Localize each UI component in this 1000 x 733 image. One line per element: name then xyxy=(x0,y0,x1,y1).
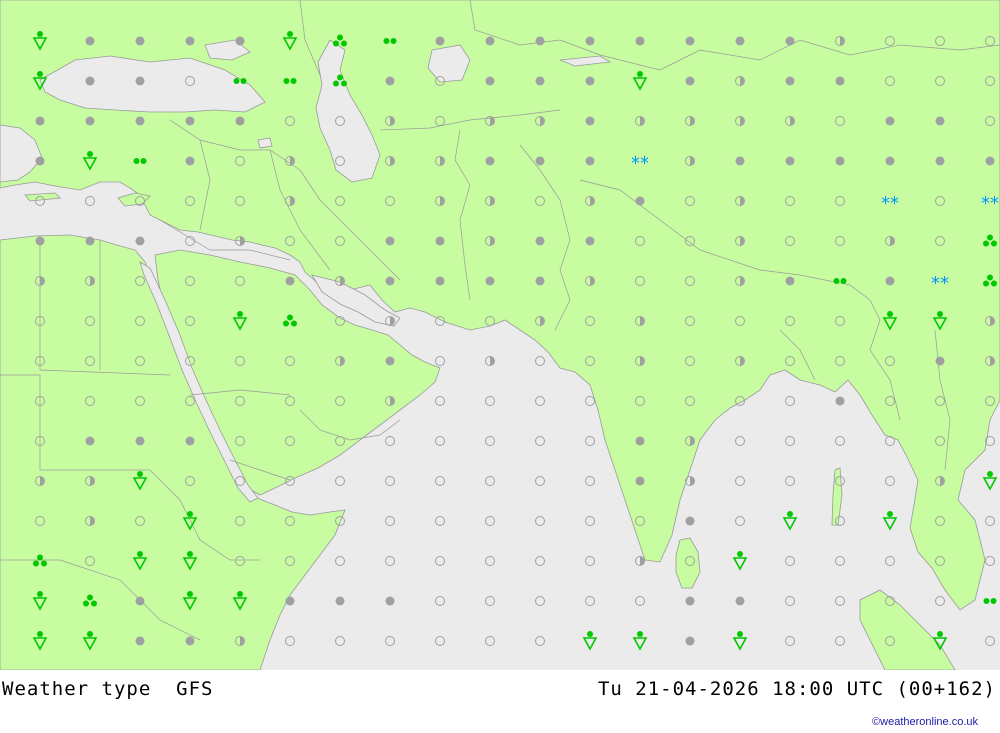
overcast-symbol xyxy=(435,36,445,46)
overcast-symbol xyxy=(635,36,645,46)
overcast-symbol xyxy=(285,596,295,606)
overcast-symbol xyxy=(935,356,945,366)
overcast-symbol xyxy=(635,436,645,446)
overcast-symbol xyxy=(235,36,245,46)
overcast-symbol xyxy=(935,116,945,126)
overcast-symbol xyxy=(735,596,745,606)
snow-icon: ** xyxy=(981,193,999,214)
overcast-symbol xyxy=(535,76,545,86)
overcast-symbol xyxy=(385,76,395,86)
overcast-symbol xyxy=(185,36,195,46)
footer-title: Weather type GFS xyxy=(2,678,214,700)
weather-map: ** ** ** ** xyxy=(0,0,1000,670)
overcast-symbol xyxy=(785,156,795,166)
overcast-symbol xyxy=(585,236,595,246)
overcast-symbol xyxy=(635,196,645,206)
overcast-symbol xyxy=(585,76,595,86)
overcast-symbol xyxy=(435,236,445,246)
overcast-symbol xyxy=(135,436,145,446)
overcast-symbol xyxy=(735,36,745,46)
overcast-symbol xyxy=(385,276,395,286)
overcast-symbol xyxy=(585,156,595,166)
overcast-symbol xyxy=(135,596,145,606)
overcast-symbol xyxy=(185,116,195,126)
lake-van xyxy=(257,137,273,149)
overcast-symbol xyxy=(535,156,545,166)
overcast-symbol xyxy=(385,236,395,246)
overcast-symbol xyxy=(535,36,545,46)
svg-text:**: ** xyxy=(631,153,649,174)
overcast-symbol xyxy=(435,276,445,286)
overcast-symbol xyxy=(885,116,895,126)
overcast-symbol xyxy=(85,36,95,46)
overcast-symbol xyxy=(85,76,95,86)
overcast-symbol xyxy=(285,276,295,286)
overcast-symbol xyxy=(35,156,45,166)
overcast-symbol xyxy=(335,596,345,606)
snow-icon: ** xyxy=(631,153,649,174)
overcast-symbol xyxy=(85,116,95,126)
overcast-symbol xyxy=(785,276,795,286)
overcast-symbol xyxy=(985,156,995,166)
overcast-symbol xyxy=(235,116,245,126)
overcast-symbol xyxy=(835,156,845,166)
overcast-symbol xyxy=(485,36,495,46)
overcast-symbol xyxy=(485,156,495,166)
snow-icon: ** xyxy=(931,273,949,294)
svg-text:**: ** xyxy=(881,193,899,214)
overcast-symbol xyxy=(85,236,95,246)
overcast-symbol xyxy=(935,156,945,166)
overcast-symbol xyxy=(35,116,45,126)
overcast-symbol xyxy=(885,276,895,286)
overcast-symbol xyxy=(385,596,395,606)
overcast-symbol xyxy=(385,356,395,366)
overcast-symbol xyxy=(735,156,745,166)
valid-time: Tu 21-04-2026 18:00 UTC (00+162) xyxy=(597,678,996,700)
map-canvas: ** ** ** ** xyxy=(0,0,1000,670)
overcast-symbol xyxy=(685,76,695,86)
overcast-symbol xyxy=(85,436,95,446)
model-name: GFS xyxy=(176,678,214,700)
map-title: Weather type xyxy=(2,678,152,700)
overcast-symbol xyxy=(485,276,495,286)
overcast-symbol xyxy=(635,476,645,486)
overcast-symbol xyxy=(135,76,145,86)
overcast-symbol xyxy=(535,276,545,286)
overcast-symbol xyxy=(685,596,695,606)
overcast-symbol xyxy=(135,636,145,646)
overcast-symbol xyxy=(35,236,45,246)
overcast-symbol xyxy=(585,36,595,46)
overcast-symbol xyxy=(885,156,895,166)
overcast-symbol xyxy=(135,116,145,126)
overcast-symbol xyxy=(535,236,545,246)
overcast-symbol xyxy=(685,516,695,526)
overcast-symbol xyxy=(485,76,495,86)
overcast-symbol xyxy=(135,36,145,46)
overcast-symbol xyxy=(585,116,595,126)
overcast-symbol xyxy=(785,36,795,46)
svg-text:**: ** xyxy=(981,193,999,214)
overcast-symbol xyxy=(835,396,845,406)
credit-link[interactable]: ©weatheronline.co.uk xyxy=(872,716,978,728)
overcast-symbol xyxy=(185,156,195,166)
overcast-symbol xyxy=(135,236,145,246)
overcast-symbol xyxy=(185,436,195,446)
snow-icon: ** xyxy=(881,193,899,214)
svg-text:**: ** xyxy=(931,273,949,294)
overcast-symbol xyxy=(785,76,795,86)
overcast-symbol xyxy=(185,636,195,646)
overcast-symbol xyxy=(685,636,695,646)
overcast-symbol xyxy=(835,76,845,86)
overcast-symbol xyxy=(685,36,695,46)
